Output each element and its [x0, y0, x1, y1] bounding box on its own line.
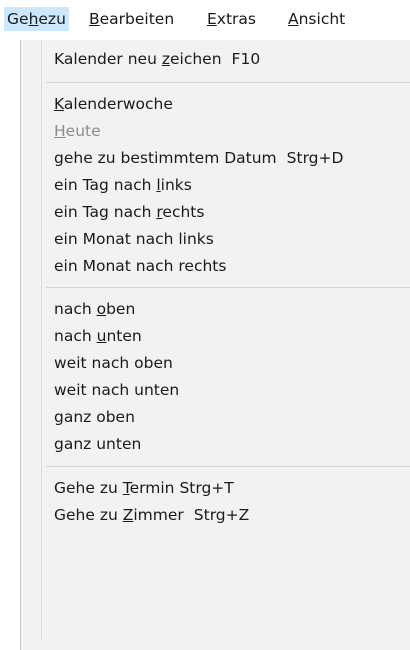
menu-extras[interactable]: Extras: [204, 7, 259, 31]
menu-item-weit-nach-oben[interactable]: weit nach oben: [54, 350, 173, 377]
menu-gehezu-accel: h: [28, 10, 39, 28]
item-text-accel: T: [122, 479, 130, 497]
item-text-pre: Gehe zu: [54, 479, 123, 497]
menu-item-ganz-unten[interactable]: ganz unten: [54, 431, 141, 458]
menu-bearbeiten[interactable]: Bearbeiten: [86, 7, 177, 31]
item-text-post: echts: [162, 203, 205, 221]
menu-extras-post: xtras: [216, 10, 256, 28]
item-text-post: inks: [160, 176, 192, 194]
menu-item-gehe-zu-zimmer[interactable]: Gehe zu Zimmer Strg+Z: [54, 502, 249, 529]
menu-separator: [46, 82, 410, 83]
item-text-pre: nach: [54, 300, 97, 318]
menu-item-heute: Heute: [54, 118, 101, 145]
item-shortcut: F10: [231, 50, 261, 68]
item-text-pre: ein Tag nach: [54, 176, 157, 194]
item-text-post: nten: [106, 327, 142, 345]
menu-item-tag-rechts[interactable]: ein Tag nach rechts: [54, 199, 204, 226]
menu-item-kalenderwoche[interactable]: Kalenderwoche: [54, 91, 173, 118]
menu-separator: [46, 287, 410, 288]
item-text-post: alenderwoche: [63, 95, 173, 113]
item-text-pre: Kalender neu: [54, 50, 162, 68]
menu-gehezu-post: ezu: [38, 10, 66, 28]
item-text-post: ben: [106, 300, 136, 318]
menu-item-gehe-zu-datum[interactable]: gehe zu bestimmtem Datum Strg+D: [54, 145, 343, 172]
item-text-pre: ein Tag nach: [54, 203, 157, 221]
menu-item-ganz-oben[interactable]: ganz oben: [54, 404, 135, 431]
item-text-accel: z: [161, 50, 170, 68]
menu-item-weit-nach-unten[interactable]: weit nach unten: [54, 377, 179, 404]
item-shortcut: Strg+D: [286, 149, 344, 167]
item-text-pre: ganz oben: [54, 408, 135, 426]
menu-gehezu[interactable]: Gehezu: [4, 7, 69, 31]
item-text-pre: Gehe zu: [54, 506, 123, 524]
menu-item-tag-links[interactable]: ein Tag nach links: [54, 172, 192, 199]
item-shortcut: Strg+Z: [193, 506, 250, 524]
menu-bearbeiten-post: earbeiten: [99, 10, 175, 28]
menu-item-nach-oben[interactable]: nach oben: [54, 296, 135, 323]
item-text-pre: ein Monat nach rechts: [54, 257, 227, 275]
item-text-accel: o: [96, 300, 107, 318]
item-text-accel: H: [54, 122, 66, 140]
menu-extras-accel: E: [207, 10, 217, 28]
menu-ansicht-post: nsicht: [298, 10, 346, 28]
menu-bearbeiten-accel: B: [89, 10, 100, 28]
menu-ansicht-accel: A: [288, 10, 299, 28]
menu-item-gehe-zu-termin[interactable]: Gehe zu Termin Strg+T: [54, 475, 234, 502]
menu-item-nach-unten[interactable]: nach unten: [54, 323, 142, 350]
item-text-pre: nach: [54, 327, 97, 345]
item-text-accel: u: [96, 327, 107, 345]
item-text-post: ermin: [129, 479, 175, 497]
item-text-post: immer: [133, 506, 184, 524]
item-text-pre: gehe zu bestimmtem Datum: [54, 149, 277, 167]
item-text-pre: weit nach oben: [54, 354, 173, 372]
menu-item-monat-rechts[interactable]: ein Monat nach rechts: [54, 253, 226, 280]
menu-gehezu-pre: Ge: [7, 10, 29, 28]
menu-item-kalender-neu-zeichnen[interactable]: Kalender neu zeichen F10: [54, 46, 260, 73]
menu-separator: [46, 466, 410, 467]
item-text-accel: Z: [122, 506, 134, 524]
menu-icon-gutter-divider: [41, 40, 42, 641]
menu-ansicht[interactable]: Ansicht: [285, 7, 348, 31]
item-text-pre: ein Monat nach links: [54, 230, 214, 248]
item-text-post: eute: [65, 122, 101, 140]
item-shortcut: Strg+T: [179, 479, 234, 497]
item-text-pre: ganz unten: [54, 435, 142, 453]
menu-bar: Gehezu Bearbeiten Extras Ansicht: [0, 0, 410, 36]
item-text-post: eichen: [169, 50, 222, 68]
menu-item-monat-links[interactable]: ein Monat nach links: [54, 226, 214, 253]
item-text-accel: K: [54, 95, 64, 113]
item-text-pre: weit nach unten: [54, 381, 180, 399]
